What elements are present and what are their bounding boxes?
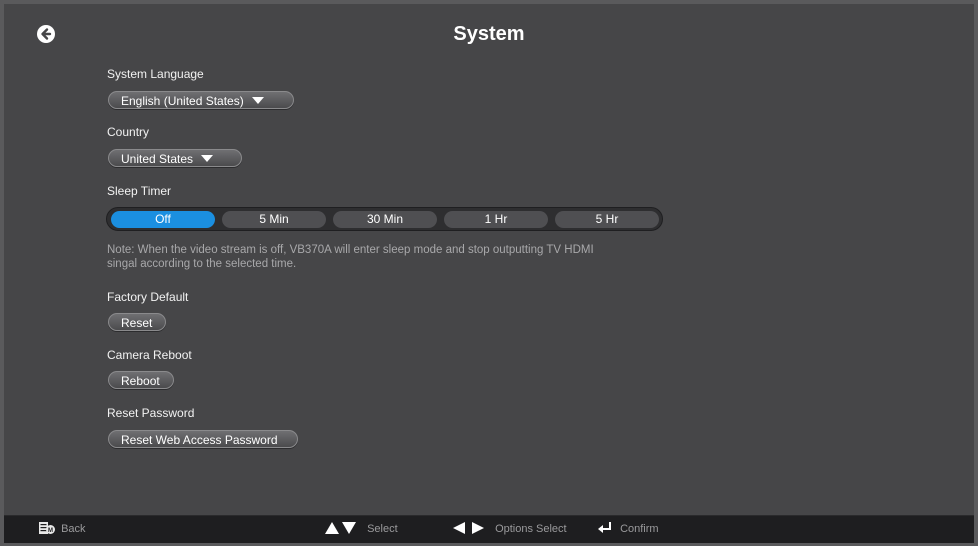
confirm-hint-label: Confirm: [620, 523, 659, 535]
left-right-arrows-icon: [453, 522, 484, 535]
confirm-hint: Confirm: [596, 516, 659, 543]
country-dropdown[interactable]: United States: [108, 149, 242, 167]
reset-password-label: Reset Password: [107, 406, 195, 420]
svg-text:M: M: [48, 528, 53, 534]
options-select-hint: Options Select: [452, 516, 567, 543]
system-language-value: English (United States): [121, 94, 244, 108]
sleep-option-30min[interactable]: 30 Min: [333, 211, 437, 228]
enter-key-icon: [598, 522, 611, 534]
back-hint[interactable]: M Back: [38, 516, 86, 543]
dropdown-caret-icon: [201, 155, 214, 163]
country-value: United States: [121, 152, 194, 166]
sleep-option-5hr[interactable]: 5 Hr: [555, 211, 659, 228]
page-title: System: [453, 23, 525, 45]
note-line-2: singal according to the selected time.: [107, 258, 297, 270]
sleep-timer-label: Sleep Timer: [107, 184, 172, 198]
camera-reboot-label: Camera Reboot: [107, 348, 192, 362]
system-language-label: System Language: [107, 67, 204, 81]
system-language-dropdown[interactable]: English (United States): [108, 91, 294, 109]
sleep-option-off[interactable]: Off: [111, 211, 215, 228]
sleep-option-1hr[interactable]: 1 Hr: [444, 211, 548, 228]
reboot-button[interactable]: Reboot: [108, 371, 174, 389]
app-frame: [4, 4, 974, 542]
menu-key-icon: M: [39, 522, 55, 535]
select-hint-label: Select: [367, 523, 398, 535]
factory-default-label: Factory Default: [107, 290, 189, 304]
sleep-timer-selector: Off 5 Min 30 Min 1 Hr 5 Hr: [106, 207, 663, 231]
sleep-timer-note: Note: When the video stream is off, VB37…: [107, 243, 667, 271]
dropdown-caret-icon: [251, 97, 264, 105]
select-hint: Select: [324, 516, 398, 543]
reset-web-password-button[interactable]: Reset Web Access Password: [108, 430, 298, 448]
options-select-hint-label: Options Select: [495, 523, 567, 535]
footer-hint-bar: M Back Select Options Select Confirm: [4, 515, 974, 543]
country-label: Country: [107, 125, 150, 139]
back-hint-label: Back: [61, 523, 86, 535]
sleep-option-5min[interactable]: 5 Min: [222, 211, 326, 228]
reset-button[interactable]: Reset: [108, 313, 166, 331]
note-line-1: Note: When the video stream is off, VB37…: [107, 244, 594, 256]
up-down-arrows-icon: [325, 522, 356, 535]
